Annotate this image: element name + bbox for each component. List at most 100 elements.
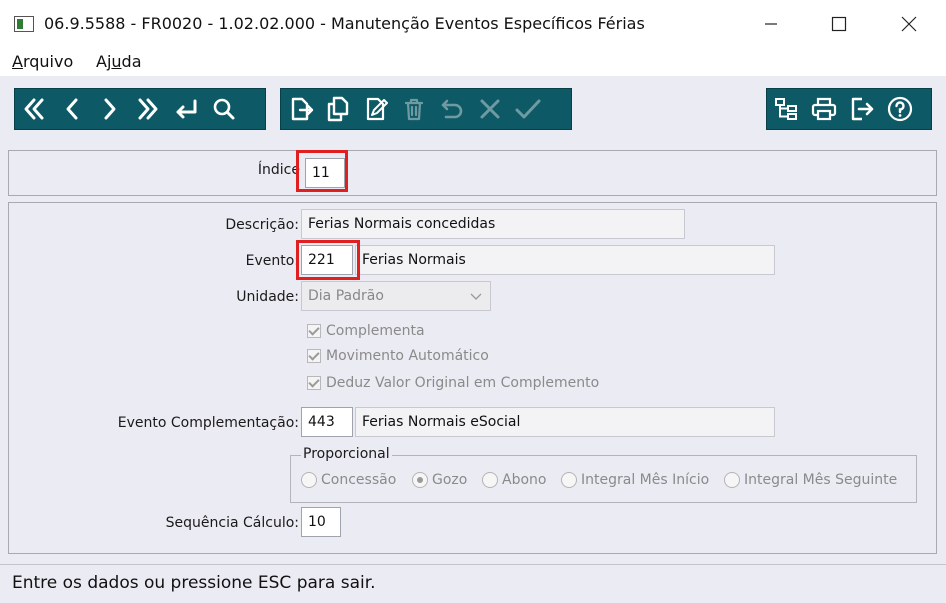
workspace: Índice 11 Descrição: Ferias Normais conc… xyxy=(0,76,946,564)
delete-icon xyxy=(404,98,424,121)
unidade-select[interactable]: Dia Padrão xyxy=(301,281,491,311)
previous-icon xyxy=(66,98,78,120)
radio-off-icon xyxy=(482,472,498,488)
evento-compl-code-field[interactable]: 443 xyxy=(301,407,353,437)
close-button[interactable] xyxy=(880,0,938,48)
print-button[interactable] xyxy=(805,89,843,129)
checkbox-checked-icon xyxy=(307,324,321,338)
edit-icon xyxy=(366,97,388,121)
indice-highlight xyxy=(296,150,348,192)
next-icon xyxy=(104,98,116,120)
copy-icon xyxy=(327,96,349,122)
deduz-valor-checkbox[interactable]: Deduz Valor Original em Complemento xyxy=(307,375,599,391)
menu-ajuda-pre: Aj xyxy=(96,52,112,71)
movimento-automatico-label: Movimento Automático xyxy=(326,348,489,364)
menu-bar: Arquivo Ajuda xyxy=(0,48,946,76)
indice-label: Índice xyxy=(257,162,300,178)
evento-compl-label: Evento Complementação: xyxy=(117,415,299,431)
help-icon xyxy=(887,96,913,122)
evento-highlight xyxy=(296,240,360,280)
search-icon xyxy=(213,98,235,120)
radio-integral-mes-seguinte[interactable]: Integral Mês Seguinte xyxy=(724,472,897,488)
radio-integral-mes-seguinte-label: Integral Mês Seguinte xyxy=(744,472,898,488)
movimento-automatico-checkbox[interactable]: Movimento Automático xyxy=(307,348,489,364)
toolbar-tools xyxy=(766,88,932,130)
radio-concessao-label: Concessão xyxy=(321,472,397,488)
previous-record-button[interactable] xyxy=(53,89,91,129)
confirm-icon xyxy=(515,99,541,119)
search-button[interactable] xyxy=(205,89,243,129)
proporcional-title: Proporcional xyxy=(301,446,392,462)
status-text: Entre os dados ou pressione ESC para sai… xyxy=(12,573,376,593)
next-record-button[interactable] xyxy=(91,89,129,129)
window-title: 06.9.5588 - FR0020 - 1.02.02.000 - Manut… xyxy=(44,14,645,33)
edit-record-button[interactable] xyxy=(357,89,395,129)
toolbar-edit xyxy=(280,88,572,130)
cancel-button[interactable] xyxy=(471,89,509,129)
toolbar-navigation xyxy=(14,88,266,130)
index-panel: Índice 11 xyxy=(8,150,937,196)
last-record-button[interactable] xyxy=(129,89,167,129)
first-icon xyxy=(24,98,44,120)
last-icon xyxy=(138,98,158,120)
main-form-panel: Descrição: Ferias Normais concedidas Eve… xyxy=(8,202,937,554)
tree-icon xyxy=(775,98,797,120)
delete-record-button[interactable] xyxy=(395,89,433,129)
undo-icon xyxy=(441,99,463,119)
menu-ajuda-accel: u xyxy=(111,52,122,71)
menu-arquivo[interactable]: Arquivo xyxy=(12,52,73,71)
descricao-field[interactable]: Ferias Normais concedidas xyxy=(301,209,685,239)
radio-on-icon xyxy=(412,472,428,488)
deduz-valor-label: Deduz Valor Original em Complemento xyxy=(326,375,600,391)
app-icon[interactable] xyxy=(14,16,34,32)
complementa-label: Complementa xyxy=(326,323,425,339)
confirm-button[interactable] xyxy=(509,89,547,129)
checkbox-checked-icon xyxy=(307,349,321,363)
radio-gozo-label: Gozo xyxy=(432,472,468,488)
radio-gozo[interactable]: Gozo xyxy=(412,472,467,488)
print-icon xyxy=(811,97,837,121)
unidade-select-value: Dia Padrão xyxy=(308,288,384,304)
evento-label: Evento: xyxy=(245,253,299,269)
evento-desc-field: Ferias Normais xyxy=(355,245,775,275)
goto-button[interactable] xyxy=(167,89,205,129)
checkbox-checked-icon xyxy=(307,376,321,390)
menu-arquivo-accel: A xyxy=(12,52,23,71)
menu-ajuda[interactable]: Ajuda xyxy=(96,52,142,71)
sequencia-label: Sequência Cálculo: xyxy=(165,515,299,531)
radio-concessao[interactable]: Concessão xyxy=(301,472,396,488)
evento-compl-desc-field: Ferias Normais eSocial xyxy=(355,407,775,437)
unidade-label: Unidade: xyxy=(236,289,299,305)
minimize-button[interactable] xyxy=(742,0,800,48)
first-record-button[interactable] xyxy=(15,89,53,129)
title-bar: 06.9.5588 - FR0020 - 1.02.02.000 - Manut… xyxy=(0,0,946,48)
descricao-label: Descrição: xyxy=(225,217,299,233)
minimize-icon xyxy=(765,23,777,25)
radio-off-icon xyxy=(301,472,317,488)
menu-arquivo-label: rquivo xyxy=(22,52,74,71)
proporcional-group: Proporcional Concessão Gozo Abono Integr… xyxy=(290,446,917,503)
radio-integral-mes-inicio-label: Integral Mês Início xyxy=(581,472,710,488)
goto-icon xyxy=(176,99,197,119)
status-bar: Entre os dados ou pressione ESC para sai… xyxy=(0,564,946,603)
exit-icon xyxy=(851,97,874,121)
cancel-icon xyxy=(480,99,500,119)
radio-off-icon xyxy=(561,472,577,488)
close-icon xyxy=(901,16,917,32)
exit-button[interactable] xyxy=(843,89,881,129)
new-icon xyxy=(291,97,314,121)
radio-integral-mes-inicio[interactable]: Integral Mês Início xyxy=(561,472,709,488)
sequencia-field[interactable]: 10 xyxy=(301,507,341,537)
tree-button[interactable] xyxy=(767,89,805,129)
chevron-down-icon xyxy=(470,293,482,300)
complementa-checkbox[interactable]: Complementa xyxy=(307,323,425,339)
help-button[interactable] xyxy=(881,89,919,129)
new-record-button[interactable] xyxy=(281,89,319,129)
maximize-icon xyxy=(831,16,847,32)
undo-button[interactable] xyxy=(433,89,471,129)
menu-ajuda-label: da xyxy=(121,52,142,71)
radio-off-icon xyxy=(724,472,740,488)
radio-abono[interactable]: Abono xyxy=(482,472,546,488)
maximize-button[interactable] xyxy=(810,0,868,48)
copy-record-button[interactable] xyxy=(319,89,357,129)
